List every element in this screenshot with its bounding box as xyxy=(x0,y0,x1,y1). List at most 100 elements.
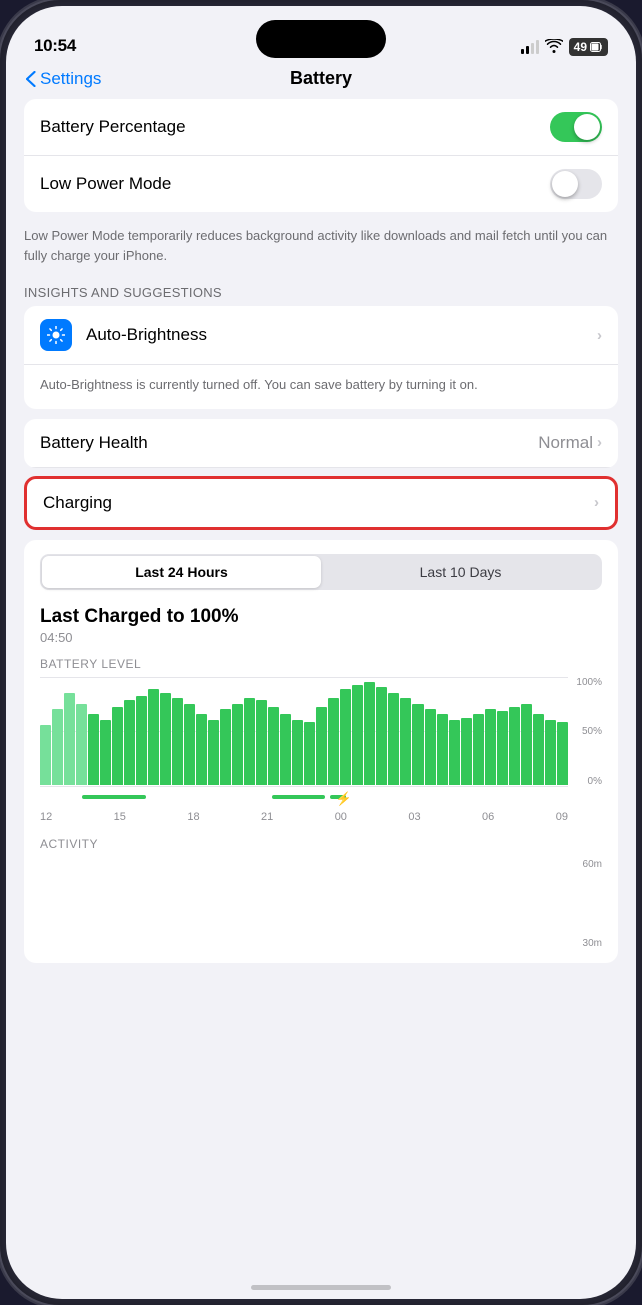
auto-brightness-label: Auto-Brightness xyxy=(86,325,583,345)
y-label-0: 0% xyxy=(588,776,602,787)
activity-y-labels: 60m 30m xyxy=(568,859,602,949)
battery-bar xyxy=(316,707,327,785)
battery-bars xyxy=(40,677,568,785)
home-indicator xyxy=(251,1285,391,1290)
toggle-knob-2 xyxy=(552,171,578,197)
battery-bar xyxy=(304,722,315,785)
signal-bar-3 xyxy=(531,43,534,54)
page-title: Battery xyxy=(290,68,352,89)
signal-bar-1 xyxy=(521,49,524,54)
battery-bar xyxy=(280,714,291,784)
time-btn-10d[interactable]: Last 10 Days xyxy=(321,556,600,588)
battery-bar xyxy=(184,704,195,785)
back-button[interactable]: Settings xyxy=(26,69,101,89)
home-indicator-area xyxy=(6,1272,636,1299)
battery-bar xyxy=(88,714,99,784)
battery-bar xyxy=(76,704,87,785)
signal-bars xyxy=(521,40,539,54)
auto-brightness-icon xyxy=(40,319,72,351)
battery-percentage-label: Battery Percentage xyxy=(40,117,186,137)
toggle-knob xyxy=(574,114,600,140)
charging-indicators: ⚡ xyxy=(40,787,568,807)
low-power-mode-row[interactable]: Low Power Mode xyxy=(24,156,618,212)
battery-bar xyxy=(256,700,267,784)
battery-bar xyxy=(328,698,339,784)
status-time: 10:54 xyxy=(34,36,76,56)
battery-bar xyxy=(220,709,231,785)
status-icons: 49 xyxy=(521,38,608,56)
dynamic-island xyxy=(256,20,386,58)
low-power-mode-label: Low Power Mode xyxy=(40,174,171,194)
charge-segment-1 xyxy=(82,795,145,799)
battery-bar xyxy=(52,709,63,785)
battery-bar xyxy=(148,689,159,784)
battery-bar xyxy=(461,718,472,785)
auto-brightness-row[interactable]: Auto-Brightness › xyxy=(24,306,618,365)
battery-bar xyxy=(340,689,351,784)
x-label-15: 15 xyxy=(114,811,126,823)
battery-bar xyxy=(172,698,183,784)
y-labels: 100% 50% 0% xyxy=(568,677,602,787)
battery-bar xyxy=(437,714,448,784)
activity-bars xyxy=(40,859,568,927)
low-power-mode-toggle[interactable] xyxy=(550,169,602,199)
battery-bar xyxy=(268,707,279,785)
phone-screen: 10:54 49 xyxy=(6,6,636,1299)
act-y-60m: 60m xyxy=(583,859,602,870)
battery-bar xyxy=(196,714,207,784)
signal-bar-4 xyxy=(536,40,539,54)
auto-brightness-description: Auto-Brightness is currently turned off.… xyxy=(24,365,618,409)
battery-bar xyxy=(425,709,436,785)
battery-percentage-toggle[interactable] xyxy=(550,112,602,142)
x-label-12: 12 xyxy=(40,811,52,823)
x-label-00: 00 xyxy=(335,811,347,823)
battery-bar xyxy=(352,685,363,784)
time-selector: Last 24 Hours Last 10 Days xyxy=(40,554,602,590)
battery-percentage-row[interactable]: Battery Percentage xyxy=(24,99,618,156)
last-charged-time: 04:50 xyxy=(40,630,602,645)
battery-health-chevron: › xyxy=(597,434,602,451)
battery-bar xyxy=(449,720,460,785)
battery-bar xyxy=(208,720,219,785)
battery-health-value: Normal › xyxy=(538,433,602,453)
battery-bar xyxy=(509,707,520,785)
battery-bar xyxy=(533,714,544,784)
time-btn-24h[interactable]: Last 24 Hours xyxy=(42,556,321,588)
main-content: Battery Percentage Low Power Mode Low Po… xyxy=(6,99,636,1272)
battery-indicator: 49 xyxy=(569,38,608,56)
bolt-icon: ⚡ xyxy=(336,791,352,807)
phone-frame: 10:54 49 xyxy=(0,0,642,1305)
battery-bar xyxy=(412,704,423,785)
charging-row[interactable]: Charging › xyxy=(24,476,618,530)
battery-bar xyxy=(124,700,135,784)
battery-health-text: Normal xyxy=(538,433,593,453)
battery-bar xyxy=(292,720,303,785)
auto-brightness-card: Auto-Brightness › Auto-Brightness is cur… xyxy=(24,306,618,409)
nav-bar: Settings Battery xyxy=(6,64,636,99)
battery-toggles-card: Battery Percentage Low Power Mode xyxy=(24,99,618,212)
battery-bar xyxy=(100,720,111,785)
act-y-30m: 30m xyxy=(583,938,602,949)
battery-bar xyxy=(160,693,171,785)
battery-bar xyxy=(521,704,532,785)
x-label-18: 18 xyxy=(187,811,199,823)
y-label-50: 50% xyxy=(582,726,602,737)
battery-health-label: Battery Health xyxy=(40,433,148,453)
battery-bar xyxy=(557,722,568,785)
battery-bar xyxy=(112,707,123,785)
battery-bar xyxy=(376,687,387,784)
x-label-06: 06 xyxy=(482,811,494,823)
battery-bar xyxy=(40,725,51,784)
wifi-icon xyxy=(545,39,563,56)
activity-chart: 60m 30m xyxy=(40,859,602,949)
y-label-100: 100% xyxy=(576,677,602,688)
battery-health-row[interactable]: Battery Health Normal › xyxy=(24,419,618,468)
battery-bar xyxy=(364,682,375,785)
x-label-09: 09 xyxy=(556,811,568,823)
battery-bar xyxy=(545,720,556,785)
battery-bar xyxy=(497,711,508,784)
low-power-description: Low Power Mode temporarily reduces backg… xyxy=(24,222,618,275)
battery-bar xyxy=(64,693,75,785)
insights-header: INSIGHTS AND SUGGESTIONS xyxy=(24,275,618,306)
battery-level-label: BATTERY LEVEL xyxy=(40,657,602,671)
